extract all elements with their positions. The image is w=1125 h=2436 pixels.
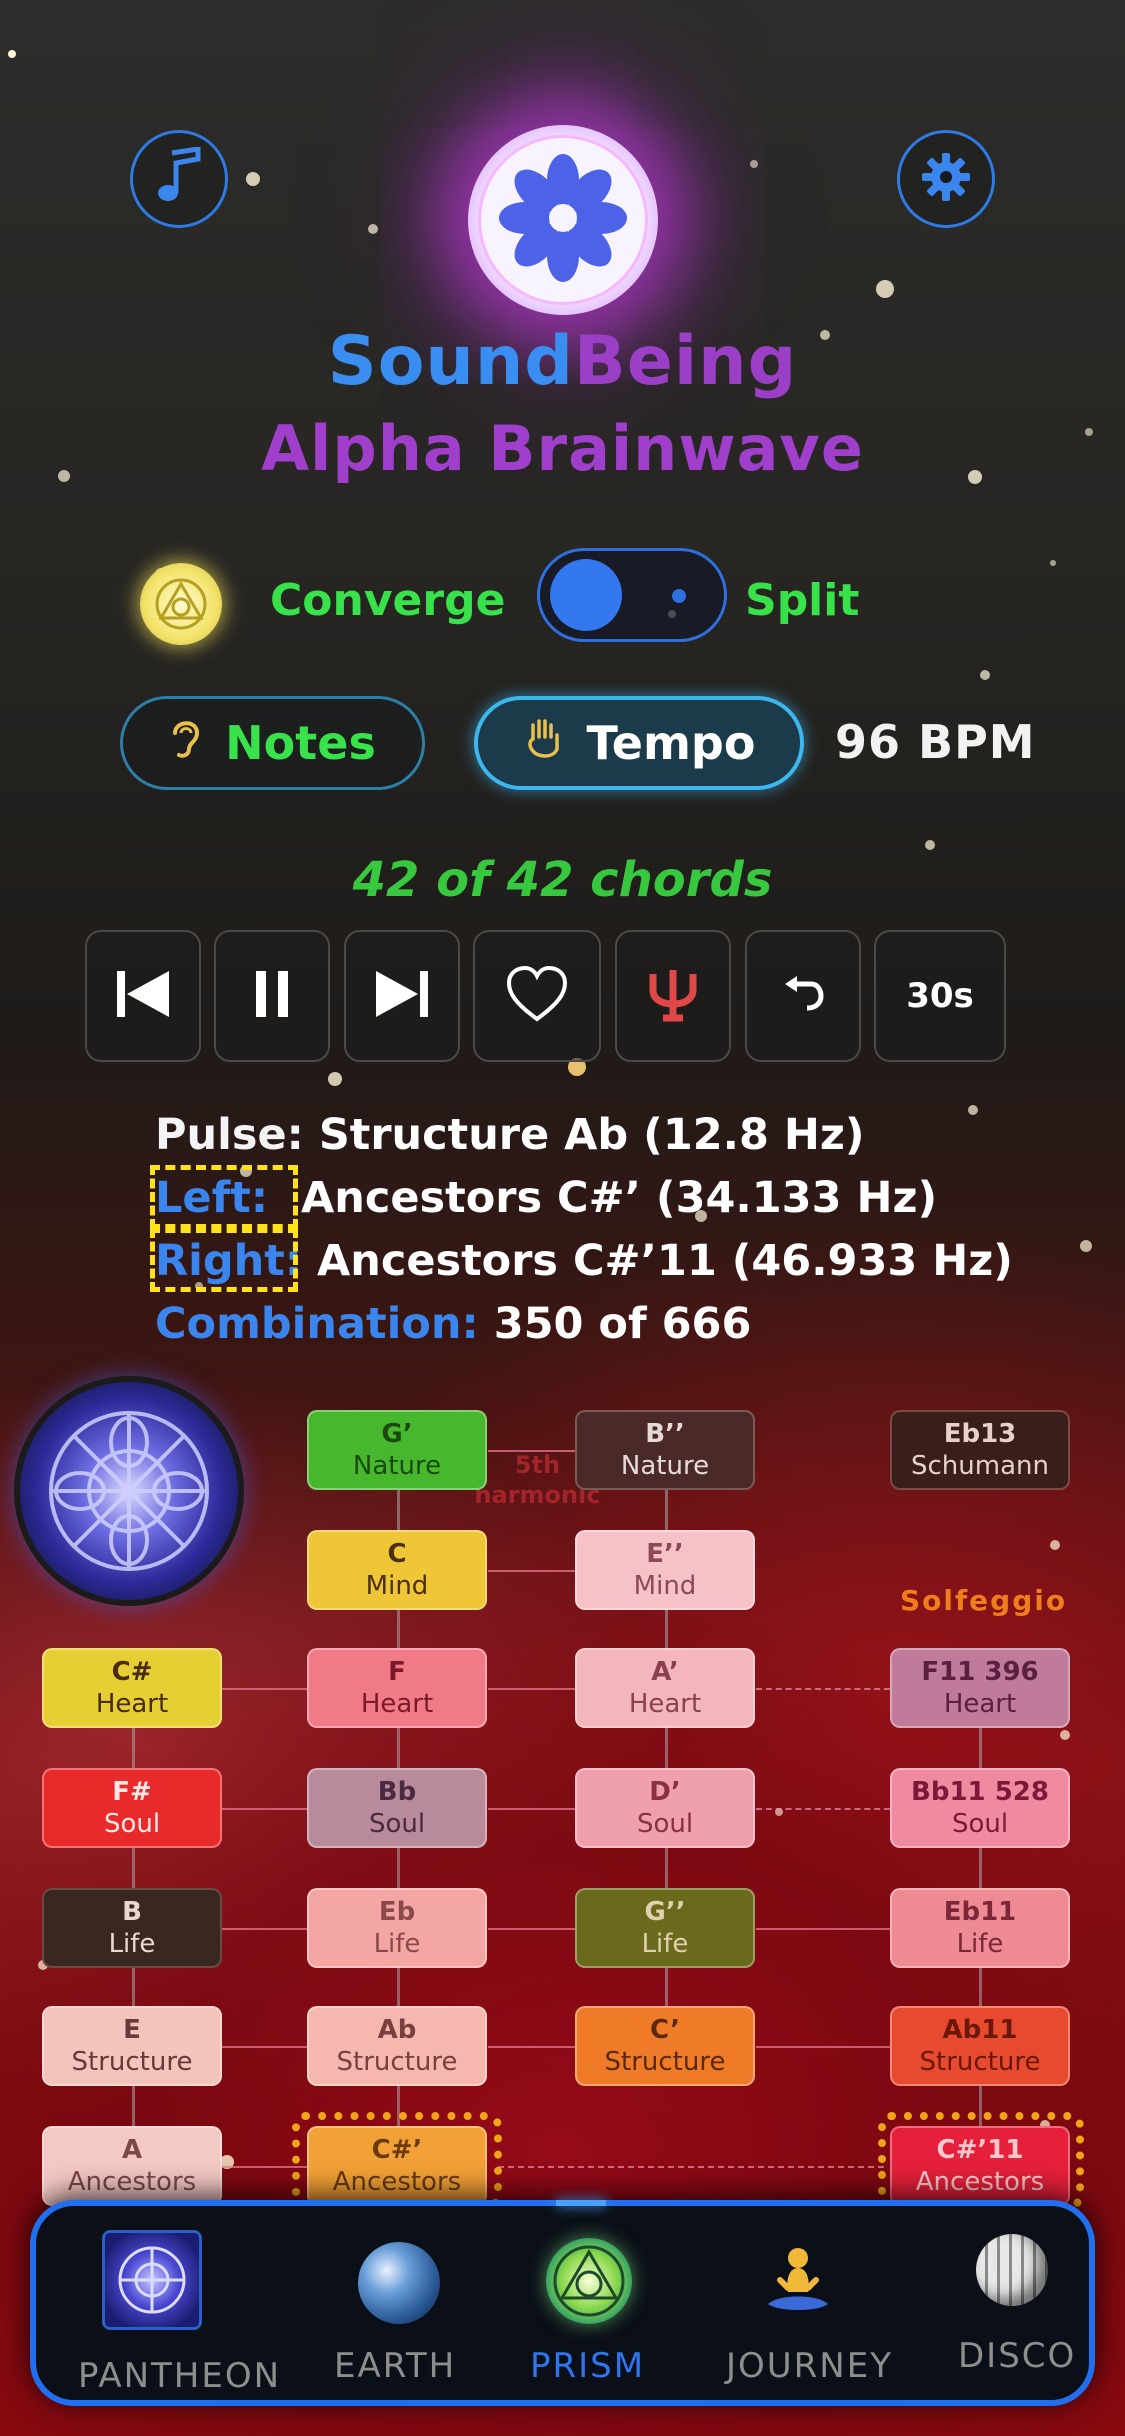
node-c0-ancestors[interactable]: A Ancestors <box>42 2126 222 2206</box>
tab-pantheon-label: PANTHEON <box>78 2356 282 2396</box>
flower-logo-icon <box>493 148 633 292</box>
node-c2-heart[interactable]: A’ Heart <box>575 1648 755 1728</box>
tab-prism-label: PRISM <box>530 2346 646 2386</box>
node-c2-life[interactable]: G’’ Life <box>575 1888 755 1968</box>
prism-triangle-icon <box>546 2238 632 2324</box>
node-c3-structure[interactable]: Ab11 Structure <box>890 2006 1070 2086</box>
tempo-button[interactable]: Tempo <box>474 696 804 790</box>
node-c3-soul[interactable]: Bb11 528 Soul <box>890 1768 1070 1848</box>
previous-button[interactable] <box>85 930 201 1062</box>
notes-button[interactable]: Notes <box>120 696 425 790</box>
node-c2-nature[interactable]: B’’ Nature <box>575 1410 755 1490</box>
left-highlight <box>150 1165 298 1229</box>
earth-globe-icon <box>358 2242 440 2324</box>
right-highlight <box>150 1228 298 1292</box>
node-c0-life[interactable]: B Life <box>42 1888 222 1968</box>
favorite-button[interactable] <box>473 930 601 1062</box>
combination-line: Combination: 350 of 666 <box>155 1299 751 1349</box>
solfeggio-label: Solfeggio <box>900 1584 1068 1617</box>
node-c3-schumann[interactable]: Eb13 Schumann <box>890 1410 1070 1490</box>
timer-label: 30s <box>906 976 974 1016</box>
mode-subtitle: Alpha Brainwave <box>261 412 864 485</box>
tab-earth-label: EARTH <box>334 2346 457 2386</box>
next-button[interactable] <box>344 930 460 1062</box>
tab-disco-label: DISCO <box>958 2336 1077 2376</box>
psi-icon <box>645 966 701 1026</box>
undo-icon <box>781 974 825 1018</box>
node-c3-heart[interactable]: F11 396 Heart <box>890 1648 1070 1728</box>
hand-icon <box>523 715 565 772</box>
node-c1-soul[interactable]: Bb Soul <box>307 1768 487 1848</box>
app-logo[interactable] <box>468 125 658 315</box>
node-c0-structure[interactable]: E Structure <box>42 2006 222 2086</box>
prism-mode-icon[interactable] <box>140 563 222 645</box>
music-note-icon <box>154 146 204 211</box>
node-c2-structure[interactable]: C’ Structure <box>575 2006 755 2086</box>
tab-journey[interactable]: JOURNEY <box>706 2206 891 2400</box>
app-title: SoundBeing <box>327 322 798 401</box>
tab-earth[interactable]: EARTH <box>334 2206 464 2400</box>
bottom-tab-bar: PANTHEON EARTH PRISM JOURNEY DISCO <box>30 2200 1095 2406</box>
timer-button[interactable]: 30s <box>874 930 1006 1062</box>
pause-icon <box>252 969 292 1023</box>
pause-button[interactable] <box>214 930 330 1062</box>
combination-value: 350 of 666 <box>493 1299 752 1349</box>
node-c1-mind[interactable]: C Mind <box>307 1530 487 1610</box>
converge-label[interactable]: Converge <box>270 575 505 626</box>
node-c1-ancestors[interactable]: C#’ Ancestors <box>307 2126 487 2206</box>
pantheon-mandala-image[interactable] <box>14 1376 244 1606</box>
settings-button[interactable] <box>897 130 995 228</box>
notes-label: Notes <box>225 716 376 770</box>
skip-forward-icon <box>372 969 432 1023</box>
toggle-knob <box>550 559 622 631</box>
left-value: Ancestors C#’ (34.133 Hz) <box>301 1173 938 1223</box>
node-c1-structure[interactable]: Ab Structure <box>307 2006 487 2086</box>
node-c1-life[interactable]: Eb Life <box>307 1888 487 1968</box>
tab-journey-label: JOURNEY <box>726 2346 893 2386</box>
node-c1-heart[interactable]: F Heart <box>307 1648 487 1728</box>
bpm-value: 96 BPM <box>835 715 1036 769</box>
node-c0-heart[interactable]: C# Heart <box>42 1648 222 1728</box>
node-c2-mind[interactable]: E’’ Mind <box>575 1530 755 1610</box>
node-c3-life[interactable]: Eb11 Life <box>890 1888 1070 1968</box>
tab-pantheon[interactable]: PANTHEON <box>56 2206 279 2400</box>
split-label[interactable]: Split <box>745 575 859 626</box>
disco-ball-icon <box>976 2234 1048 2306</box>
ear-icon <box>169 715 203 772</box>
music-button[interactable] <box>130 130 228 228</box>
psi-button[interactable] <box>615 930 731 1062</box>
tab-prism[interactable]: PRISM <box>522 2206 652 2400</box>
node-c0-soul[interactable]: F# Soul <box>42 1768 222 1848</box>
skip-back-icon <box>113 969 173 1023</box>
converge-split-toggle[interactable] <box>537 548 727 642</box>
node-c1-nature[interactable]: G’ Nature <box>307 1410 487 1490</box>
right-value: Ancestors C#’11 (46.933 Hz) <box>316 1236 1013 1286</box>
node-c3-ancestors[interactable]: C#’11 Ancestors <box>890 2126 1070 2206</box>
combination-key: Combination: <box>155 1299 479 1349</box>
toggle-dot <box>672 589 686 603</box>
chord-counter: 42 of 42 chords <box>352 852 773 908</box>
pulse-key: Pulse: <box>155 1110 304 1160</box>
pulse-line: Pulse: Structure Ab (12.8 Hz) <box>155 1110 865 1160</box>
pulse-value: Structure Ab (12.8 Hz) <box>318 1110 865 1160</box>
gear-icon <box>920 151 972 207</box>
meditation-person-icon <box>758 2242 838 2322</box>
pantheon-mandala-icon <box>102 2230 202 2330</box>
tab-disco[interactable]: DISCO <box>936 2206 1086 2400</box>
heart-icon <box>505 965 569 1027</box>
node-c2-soul[interactable]: D’ Soul <box>575 1768 755 1848</box>
undo-button[interactable] <box>745 930 861 1062</box>
tempo-label: Tempo <box>586 716 756 770</box>
